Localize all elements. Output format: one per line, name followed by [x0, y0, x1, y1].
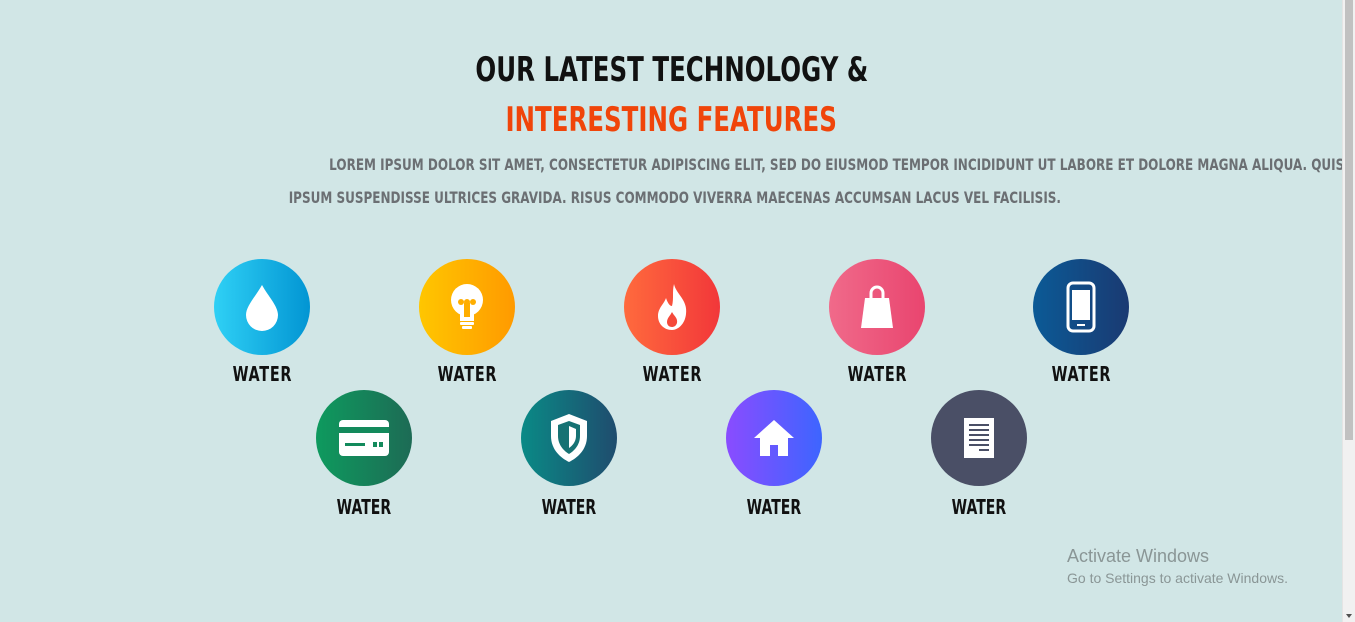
shopping-bag-icon — [829, 259, 925, 355]
feature-label: WATER — [642, 362, 702, 386]
feature-label: WATER — [336, 495, 392, 519]
description-line-2: IPSUM SUSPENDISSE ULTRICES GRAVIDA. RISU… — [288, 188, 1061, 207]
credit-card-icon — [316, 390, 412, 486]
feature-item[interactable]: WATER — [812, 259, 942, 387]
feature-label: WATER — [746, 495, 802, 519]
watermark-title: Activate Windows — [1067, 546, 1210, 566]
feature-label: WATER — [951, 495, 1007, 519]
vertical-scrollbar[interactable] — [1342, 0, 1355, 622]
feature-item[interactable]: WATER — [402, 259, 532, 387]
shield-icon — [521, 390, 617, 486]
feature-item[interactable]: WATER — [197, 259, 327, 387]
water-drop-icon — [214, 259, 310, 355]
section-subtitle: INTERESTING FEATURES — [0, 98, 1343, 142]
feature-item[interactable]: WATER — [709, 390, 839, 520]
scroll-down-arrow-icon[interactable] — [1346, 614, 1352, 618]
feature-label: WATER — [1051, 362, 1111, 386]
feature-label: WATER — [232, 362, 292, 386]
title-line-1: OUR LATEST TECHNOLOGY & — [475, 50, 868, 90]
title-line-2: INTERESTING FEATURES — [505, 100, 838, 140]
feature-label: WATER — [437, 362, 497, 386]
section-description: LOREM IPSUM DOLOR SIT AMET, CONSECTETUR … — [160, 148, 1345, 214]
feature-label: WATER — [847, 362, 907, 386]
feature-item[interactable]: WATER — [1016, 259, 1146, 387]
feature-item[interactable]: WATER — [914, 390, 1044, 520]
activate-windows-watermark: Activate Windows Go to Settings to activ… — [1067, 544, 1288, 588]
home-icon — [726, 390, 822, 486]
watermark-subtitle: Go to Settings to activate Windows. — [1067, 570, 1288, 586]
smartphone-icon — [1033, 259, 1129, 355]
section-title: OUR LATEST TECHNOLOGY & — [0, 48, 1343, 92]
feature-item[interactable]: WATER — [299, 390, 429, 520]
feature-label: WATER — [541, 495, 597, 519]
description-line-1: LOREM IPSUM DOLOR SIT AMET, CONSECTETUR … — [329, 155, 1345, 174]
document-icon — [931, 390, 1027, 486]
flame-icon — [624, 259, 720, 355]
light-bulb-icon — [419, 259, 515, 355]
scrollbar-thumb[interactable] — [1345, 0, 1353, 440]
feature-item[interactable]: WATER — [607, 259, 737, 387]
feature-item[interactable]: WATER — [504, 390, 634, 520]
